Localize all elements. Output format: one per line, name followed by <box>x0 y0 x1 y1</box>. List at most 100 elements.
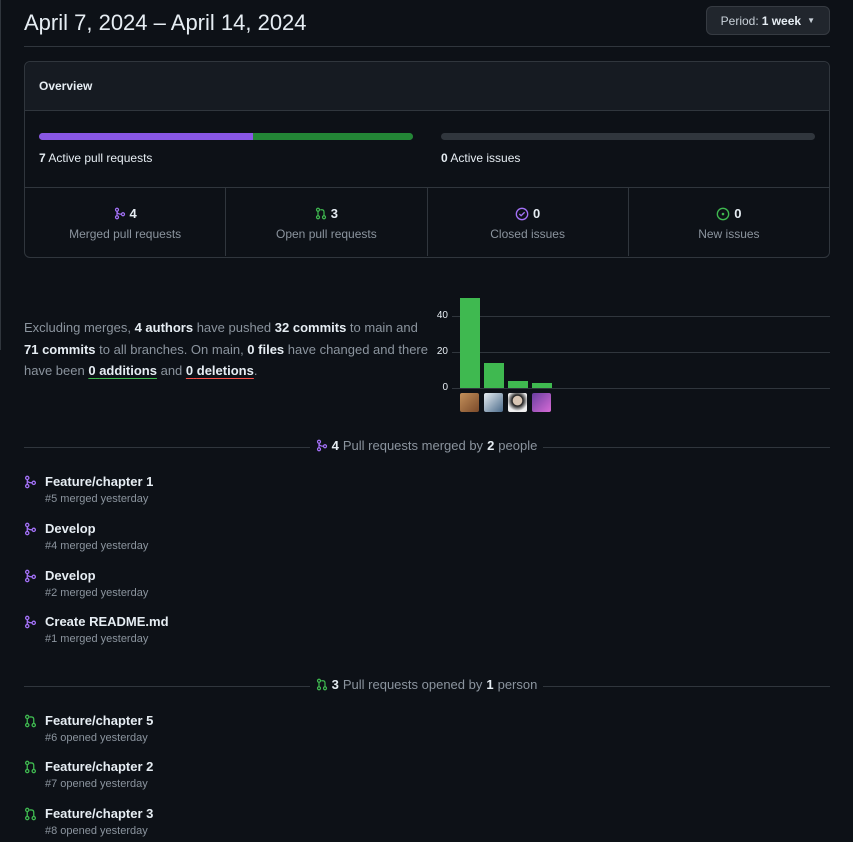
pull-requests-bar[interactable] <box>39 133 413 140</box>
overview-stats: 4 Merged pull requests 3 Open pull reque… <box>25 188 829 256</box>
opened-section-title: 3 Pull requests opened by 1 person <box>0 677 853 694</box>
open-segment <box>252 133 413 140</box>
pr-title-link[interactable]: Feature/chapter 3 <box>45 806 153 821</box>
additions-link[interactable]: 0 additions <box>88 363 157 378</box>
active-issues-count: 0 <box>441 151 448 165</box>
active-issues-label: Active issues <box>450 151 521 165</box>
contributors-chart: 40 20 0 <box>430 290 830 420</box>
summary-text: have pushed <box>193 320 275 335</box>
stat-value: 0 <box>533 206 541 221</box>
page-title: April 7, 2024 – April 14, 2024 <box>24 10 307 35</box>
files-count: 0 files <box>247 341 285 357</box>
grid-line <box>452 352 830 353</box>
merged-count: 4 <box>331 438 339 453</box>
grid-line <box>452 388 830 389</box>
y-tick-label: 0 <box>442 382 448 393</box>
pr-meta: #2 merged yesterday <box>45 587 149 599</box>
pr-meta: #1 merged yesterday <box>45 633 149 645</box>
pr-title-link[interactable]: Feature/chapter 5 <box>45 713 153 728</box>
overview-bars: 7 Active pull requests 0 Active issues <box>25 111 829 188</box>
deletions-link[interactable]: 0 deletions <box>186 363 254 378</box>
stat-closed-issues[interactable]: 0 Closed issues <box>428 188 629 256</box>
opened-label: Pull requests opened by <box>342 677 483 692</box>
overview-title: Overview <box>39 79 93 93</box>
commit-bar[interactable] <box>508 380 528 388</box>
period-label: Period: <box>720 13 759 28</box>
stat-value: 3 <box>330 206 338 221</box>
pr-title-link[interactable]: Feature/chapter 2 <box>45 759 153 774</box>
merged-label: Pull requests merged by <box>342 438 484 453</box>
merged-people-label: people <box>498 438 538 453</box>
issues-bar[interactable] <box>441 133 815 140</box>
commit-summary: Excluding merges, 4 authors have pushed … <box>24 317 428 382</box>
caret-down-icon: ▼ <box>807 16 815 25</box>
active-pr-count: 7 <box>39 151 46 165</box>
y-tick-label: 40 <box>436 310 448 321</box>
merged-section-title: 4 Pull requests merged by 2 people <box>0 438 853 455</box>
summary-text: to all branches. On main, <box>95 341 248 357</box>
git-pull-request-icon <box>315 207 326 220</box>
git-pull-request-icon <box>316 678 327 691</box>
pr-meta: #7 opened yesterday <box>45 778 148 790</box>
merged-people-count: 2 <box>487 438 495 453</box>
git-merge-icon <box>24 522 37 536</box>
overview-header: Overview <box>25 62 829 111</box>
summary-text: and <box>156 363 186 378</box>
stat-new-issues[interactable]: 0 New issues <box>629 188 829 256</box>
summary-text: Excluding merges, <box>24 320 135 335</box>
opened-people-count: 1 <box>486 677 494 692</box>
commit-bar[interactable] <box>532 382 552 388</box>
left-rail <box>0 0 2 350</box>
summary-text: to main and <box>346 320 418 335</box>
additions-count: 0 <box>88 363 96 378</box>
summary-text: . <box>253 363 258 378</box>
stat-value: 4 <box>129 206 137 221</box>
git-merge-icon <box>24 569 37 583</box>
pr-title-link[interactable]: Develop <box>45 521 96 536</box>
git-merge-icon <box>316 439 327 452</box>
pr-title-link[interactable]: Develop <box>45 568 96 583</box>
grid-line <box>452 316 830 317</box>
issue-closed-icon <box>515 207 529 220</box>
deletions-word: deletions <box>196 363 254 378</box>
merged-segment <box>39 133 253 140</box>
deletions-count: 0 <box>185 363 194 378</box>
active-issues-link[interactable]: 0 Active issues <box>441 151 520 165</box>
git-pull-request-icon <box>24 714 37 728</box>
y-tick-label: 20 <box>436 346 448 357</box>
pr-meta: #5 merged yesterday <box>45 493 149 505</box>
author-avatar[interactable] <box>460 393 479 412</box>
stat-merged-prs[interactable]: 4 Merged pull requests <box>25 188 227 256</box>
stat-label: Open pull requests <box>276 227 377 241</box>
stat-open-prs[interactable]: 3 Open pull requests <box>226 188 428 256</box>
page-header: April 7, 2024 – April 14, 2024 Period: 1… <box>24 0 830 47</box>
pr-title-link[interactable]: Feature/chapter 1 <box>45 474 153 489</box>
commits-all-count: 71 commits <box>24 341 96 357</box>
period-value: 1 week <box>761 13 802 28</box>
stat-label: Merged pull requests <box>69 227 182 241</box>
git-merge-icon <box>24 475 37 489</box>
pr-title-link[interactable]: Create README.md <box>45 614 169 629</box>
stat-label: Closed issues <box>490 227 565 241</box>
git-merge-icon <box>24 615 37 629</box>
additions-word: additions <box>99 363 157 378</box>
pr-meta: #8 opened yesterday <box>45 825 148 837</box>
commits-main-count: 32 commits <box>274 320 347 335</box>
active-pr-label: Active pull requests <box>48 151 153 165</box>
pr-meta: #6 opened yesterday <box>45 732 148 744</box>
opened-people-label: person <box>497 677 538 692</box>
author-avatar[interactable] <box>484 393 503 412</box>
active-pull-requests-link[interactable]: 7 Active pull requests <box>39 151 152 165</box>
stat-value: 0 <box>734 206 742 221</box>
overview-panel: Overview 7 Active pull requests 0 Active… <box>24 61 830 258</box>
author-avatar[interactable] <box>508 393 527 412</box>
pr-meta: #4 merged yesterday <box>45 540 149 552</box>
git-merge-icon <box>114 207 125 220</box>
authors-count: 4 authors <box>134 320 194 335</box>
author-avatar[interactable] <box>532 393 551 412</box>
period-button[interactable]: Period: 1 week ▼ <box>705 6 830 35</box>
commit-bar[interactable] <box>460 298 480 388</box>
issue-opened-icon <box>716 207 730 220</box>
commit-bar[interactable] <box>484 362 504 388</box>
git-pull-request-icon <box>24 807 37 821</box>
